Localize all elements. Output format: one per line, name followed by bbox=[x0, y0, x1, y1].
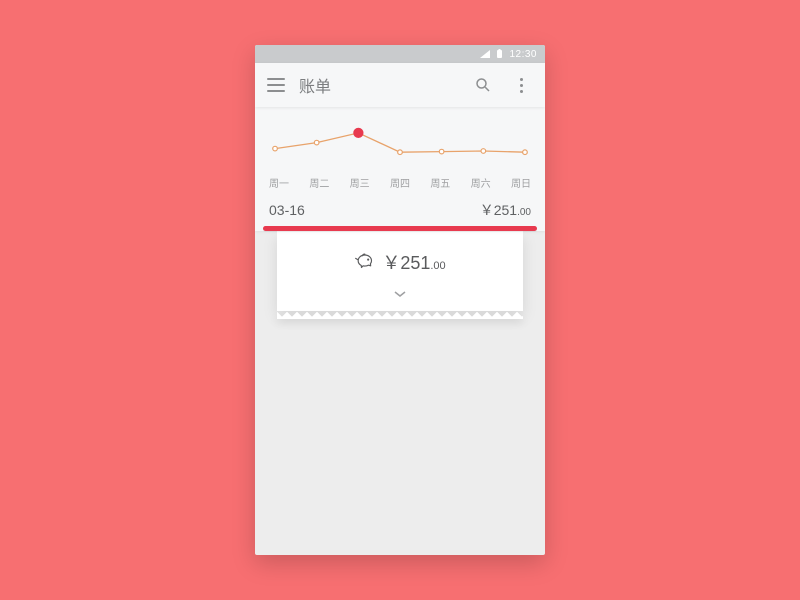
app-bar: 账单 bbox=[255, 63, 545, 107]
phone-frame: 12:30 账单 周一 周二 周三 周四 周五 周六 周日 03-16 ￥251.00 bbox=[255, 45, 545, 555]
receipt-card: ￥251.00 bbox=[277, 231, 523, 311]
chart-x-labels: 周一 周二 周三 周四 周五 周六 周日 bbox=[269, 175, 531, 190]
summary-date: 03-16 bbox=[269, 202, 305, 218]
piggybank-icon bbox=[354, 251, 374, 274]
battery-icon bbox=[496, 49, 503, 59]
chart-card: 周一 周二 周三 周四 周五 周六 周日 03-16 ￥251.00 bbox=[255, 107, 545, 231]
chart-tick-label: 周四 bbox=[390, 175, 410, 190]
chart-tick-label: 周六 bbox=[471, 175, 491, 190]
accent-bar bbox=[263, 226, 537, 231]
summary-amount: ￥251.00 bbox=[480, 200, 531, 220]
menu-icon[interactable] bbox=[267, 78, 285, 92]
chart-tick-label: 周一 bbox=[269, 175, 289, 190]
page-title: 账单 bbox=[299, 73, 457, 97]
status-bar: 12:30 bbox=[255, 45, 545, 63]
receipt-amount: ￥251.00 bbox=[382, 249, 445, 275]
receipt-wrap: ￥251.00 bbox=[255, 231, 545, 325]
chart-tick-label: 周二 bbox=[309, 175, 329, 190]
receipt-line: ￥251.00 bbox=[287, 249, 513, 275]
chart-tick-label: 周五 bbox=[430, 175, 450, 190]
chart-tick-label: 周日 bbox=[511, 175, 531, 190]
signal-icon bbox=[480, 50, 490, 58]
chevron-down-icon[interactable] bbox=[287, 285, 513, 303]
status-clock: 12:30 bbox=[509, 49, 537, 60]
weekly-chart[interactable] bbox=[269, 121, 531, 169]
search-icon[interactable] bbox=[471, 73, 495, 97]
summary-row: 03-16 ￥251.00 bbox=[269, 200, 531, 220]
chart-tick-label: 周三 bbox=[350, 175, 370, 190]
overflow-icon[interactable] bbox=[509, 73, 533, 97]
